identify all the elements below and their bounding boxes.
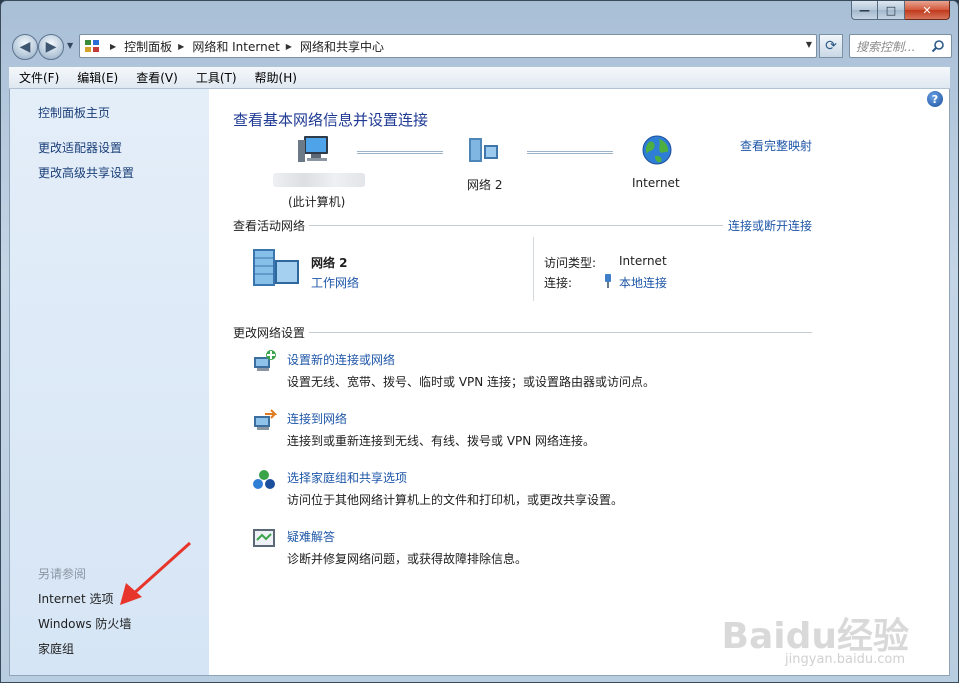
breadcrumb-separator-icon: ▶ — [110, 41, 117, 51]
annotation-arrow-icon — [120, 541, 192, 605]
map-connector-line — [527, 151, 613, 154]
breadcrumb-network-internet[interactable]: 网络和 Internet — [192, 38, 279, 55]
watermark-url: jingyan.baidu.com — [785, 652, 905, 667]
task-sidebar: 控制面板主页 更改适配器设置 更改高级共享设置 另请参阅 Internet 选项… — [10, 89, 209, 675]
ethernet-icon — [605, 274, 611, 288]
connect-disconnect-link[interactable]: 连接或断开连接 — [728, 217, 812, 234]
refresh-button[interactable]: ⟳ — [819, 34, 843, 58]
arrow-right-icon: ▶ — [45, 39, 57, 55]
task-troubleshoot-desc: 诊断并修复网络问题，或获得故障排除信息。 — [287, 552, 528, 566]
computer-label: (此计算机) — [288, 195, 346, 209]
task-connect-network-desc: 连接到或重新连接到无线、有线、拨号或 VPN 网络连接。 — [287, 434, 596, 448]
control-panel-icon — [84, 38, 104, 54]
close-button[interactable]: ✕ — [905, 1, 950, 20]
active-network-name: 网络 2 — [311, 256, 348, 270]
sidebar-item-control-panel-home[interactable]: 控制面板主页 — [38, 104, 110, 121]
sidebar-item-internet-options[interactable]: Internet 选项 — [38, 590, 113, 607]
change-settings-heading: 更改网络设置 — [233, 326, 306, 340]
network-building-icon — [253, 249, 299, 286]
homegroup-icon — [253, 470, 275, 489]
navigation-bar: ◀ ▶ ▼ ▶ 控制面板 ▶ 网络和 Internet ▶ 网络和共享中心 ▼ ⟳ 搜… — [9, 31, 952, 61]
sidebar-item-windows-firewall[interactable]: Windows 防火墙 — [38, 615, 131, 632]
arrow-left-icon: ◀ — [19, 39, 31, 55]
see-also-heading: 另请参阅 — [38, 567, 87, 581]
breadcrumb-network-sharing-center[interactable]: 网络和共享中心 — [300, 38, 384, 55]
menu-tools[interactable]: 工具(T) — [186, 69, 245, 86]
view-full-map-link[interactable]: 查看完整映射 — [740, 137, 812, 154]
computer-name-redacted — [273, 173, 365, 187]
network-map-label: 网络 2 — [467, 178, 503, 192]
new-connection-icon — [254, 350, 276, 371]
page-title: 查看基本网络信息并设置连接 — [233, 111, 429, 129]
globe-icon — [642, 135, 672, 165]
window-caption-buttons: — □ ✕ — [851, 1, 950, 21]
internet-map-label: Internet — [632, 176, 680, 190]
control-panel-window: — □ ✕ ◀ ▶ ▼ ▶ 控制面板 ▶ 网络和 Internet ▶ 网络和共享中心… — [0, 0, 959, 683]
back-button[interactable]: ◀ — [12, 34, 38, 60]
computer-icon — [298, 136, 328, 162]
network-type-link[interactable]: 工作网络 — [311, 274, 359, 291]
minimize-button[interactable]: — — [851, 1, 878, 20]
task-homegroup-desc: 访问位于其他网络计算机上的文件和打印机，或更改共享设置。 — [287, 493, 624, 507]
map-connector-line — [357, 151, 443, 154]
forward-button[interactable]: ▶ — [38, 34, 64, 60]
breadcrumb-control-panel[interactable]: 控制面板 — [124, 38, 172, 55]
task-troubleshoot-link[interactable]: 疑难解答 — [287, 528, 335, 545]
recent-pages-dropdown[interactable]: ▼ — [67, 41, 73, 50]
address-dropdown-icon[interactable]: ▼ — [806, 40, 812, 49]
task-new-connection-desc: 设置无线、宽带、拨号、临时或 VPN 连接；或设置路由器或访问点。 — [287, 375, 656, 389]
menu-file[interactable]: 文件(F) — [9, 69, 67, 86]
connections-label: 连接: — [544, 276, 573, 290]
local-connection-link[interactable]: 本地连接 — [619, 274, 667, 291]
breadcrumb-separator-icon: ▶ — [178, 41, 185, 51]
maximize-button[interactable]: □ — [878, 1, 905, 20]
refresh-icon: ⟳ — [825, 38, 837, 54]
address-bar[interactable]: ▶ 控制面板 ▶ 网络和 Internet ▶ 网络和共享中心 ▼ — [79, 34, 817, 58]
network-icon — [469, 138, 498, 162]
help-icon[interactable]: ? — [927, 91, 943, 107]
section-divider — [309, 332, 812, 333]
menu-edit[interactable]: 编辑(E) — [67, 69, 126, 86]
search-icon[interactable] — [931, 39, 945, 53]
breadcrumb-separator-icon: ▶ — [285, 41, 292, 51]
access-type-label: 访问类型: — [544, 256, 597, 270]
menu-help[interactable]: 帮助(H) — [245, 69, 305, 86]
section-divider — [309, 225, 723, 226]
sidebar-item-change-adapter-settings[interactable]: 更改适配器设置 — [38, 139, 122, 156]
active-networks-heading: 查看活动网络 — [233, 219, 306, 233]
menu-bar: 文件(F) 编辑(E) 查看(V) 工具(T) 帮助(H) — [9, 67, 950, 89]
task-new-connection-link[interactable]: 设置新的连接或网络 — [287, 351, 395, 368]
troubleshoot-icon — [253, 529, 275, 547]
task-connect-network-link[interactable]: 连接到网络 — [287, 410, 347, 427]
connect-network-icon — [254, 409, 277, 430]
task-homegroup-link[interactable]: 选择家庭组和共享选项 — [287, 469, 407, 486]
sidebar-item-homegroup[interactable]: 家庭组 — [38, 640, 74, 657]
content-area: 控制面板主页 更改适配器设置 更改高级共享设置 另请参阅 Internet 选项… — [9, 89, 950, 676]
search-placeholder: 搜索控制... — [856, 39, 916, 54]
sidebar-item-change-advanced-sharing[interactable]: 更改高级共享设置 — [38, 164, 134, 181]
main-panel: ? 查看基本网络信息并设置连接 (此计算机) 网络 2 Internet 查看完… — [209, 89, 949, 675]
search-input[interactable]: 搜索控制... — [849, 34, 952, 58]
access-type-value: Internet — [619, 254, 667, 268]
menu-view[interactable]: 查看(V) — [126, 69, 186, 86]
vertical-divider — [533, 237, 534, 301]
